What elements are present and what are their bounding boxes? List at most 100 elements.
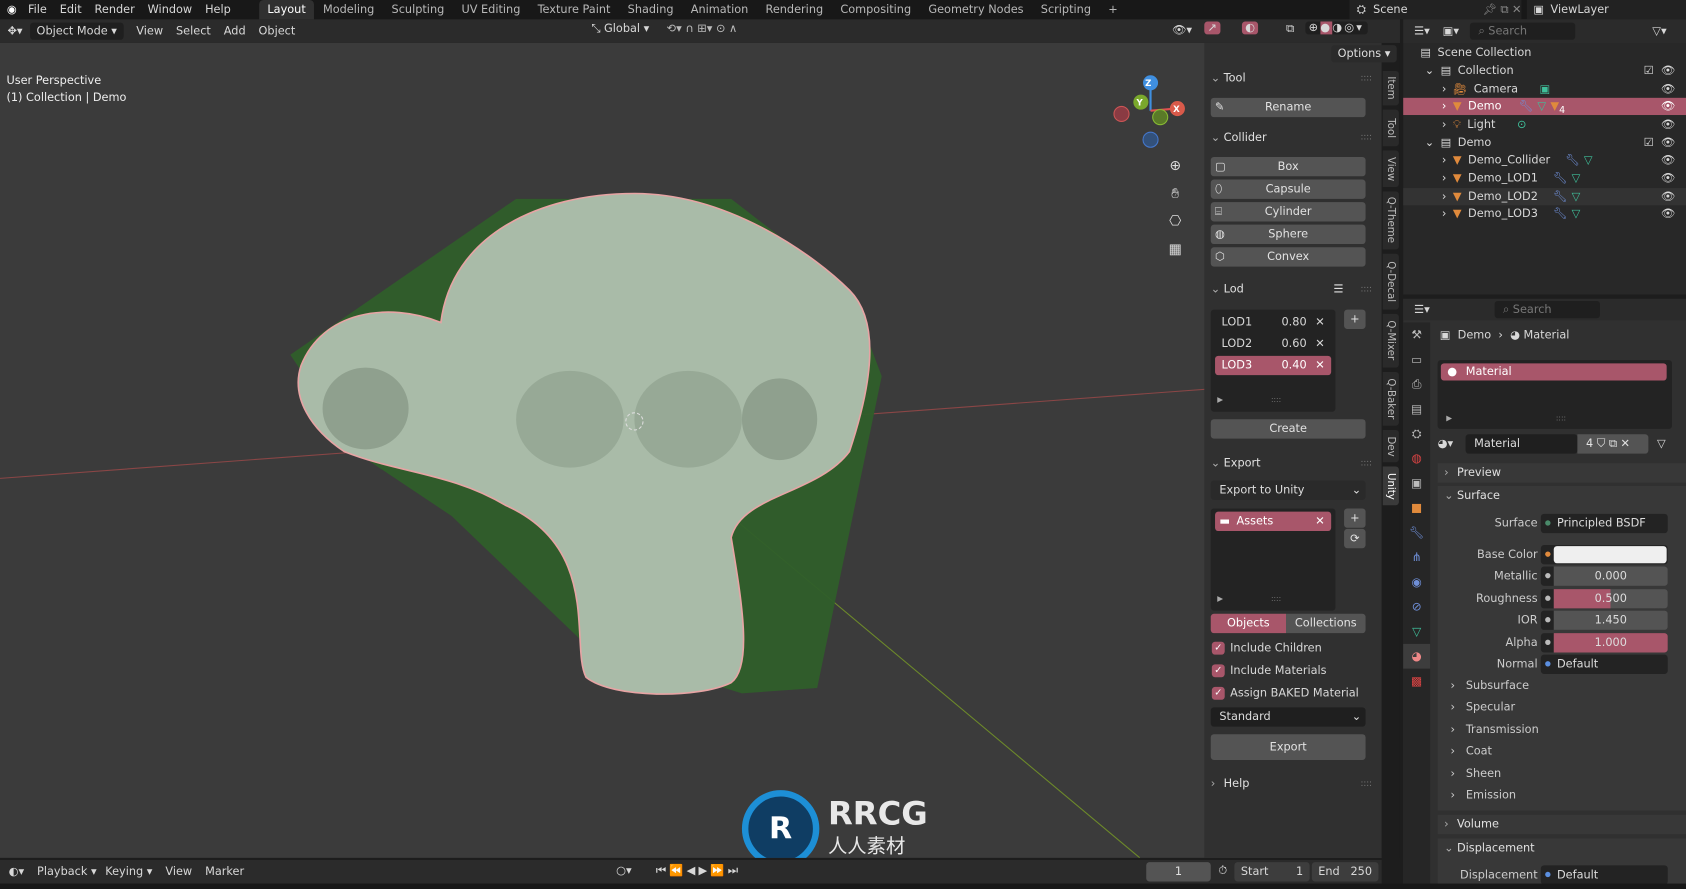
gizmo-y-label[interactable]: Y [1137, 98, 1143, 108]
assign-baked-material-checkbox[interactable]: ✓ Assign BAKED Material [1211, 686, 1359, 700]
outliner-row[interactable]: › 💡︎ Light ⊙ 👁︎ [1403, 116, 1686, 133]
add-workspace-button[interactable]: + [1100, 0, 1127, 19]
editor-type-icon[interactable]: ✥▾ [0, 25, 30, 38]
mode-dropdown[interactable]: Object Mode ▾ [30, 22, 124, 40]
mesh-data-icon[interactable]: ▽ [1572, 172, 1581, 185]
user-count[interactable]: 4 [1586, 438, 1593, 451]
resize-grip-icon[interactable]: :::: [1556, 414, 1566, 423]
outliner-row[interactable]: › ▼ Demo_LOD1 🔧︎ ▽ 👁︎ [1403, 170, 1686, 187]
menu-select[interactable]: Select [176, 25, 211, 38]
prev-keyframe-icon[interactable]: ⏪ [669, 864, 686, 877]
tool-tab-icon[interactable]: ⚒ [1403, 322, 1430, 347]
expand-icon[interactable]: › [1442, 190, 1447, 203]
editor-type-icon[interactable]: ◐▾ [9, 865, 25, 878]
subpanel-sheen[interactable]: › Sheen [1451, 768, 1502, 781]
outliner-search-input[interactable]: ⌕ Search [1469, 22, 1576, 40]
view-layer-name[interactable]: ViewLayer [1551, 3, 1609, 16]
eye-icon[interactable]: 👁︎ [1661, 81, 1675, 98]
menu-edit[interactable]: Edit [60, 3, 82, 16]
jump-start-icon[interactable]: ⏮ [656, 864, 669, 877]
unlink-icon[interactable]: ✕ [1621, 438, 1630, 451]
tab-shading[interactable]: Shading [619, 0, 682, 19]
tab-uv-editing[interactable]: UV Editing [453, 0, 529, 19]
play-reverse-icon[interactable]: ◀ [687, 864, 699, 877]
checkbox-icon[interactable]: ☑ [1644, 62, 1654, 79]
playback-menu[interactable]: Playback ▾ [37, 865, 97, 878]
resize-grip-icon[interactable]: :::: [1271, 396, 1281, 405]
menu-view[interactable]: View [136, 25, 163, 38]
tab-tool[interactable]: Tool [1382, 109, 1399, 147]
remove-icon[interactable]: ✕ [1315, 338, 1324, 351]
eye-icon[interactable]: 👁︎ [1661, 152, 1675, 169]
checkbox-icon[interactable]: ☑ [1644, 134, 1654, 151]
tab-layout[interactable]: Layout [258, 0, 315, 20]
expand-icon[interactable]: ▶ [1217, 396, 1223, 405]
outliner-row[interactable]: › ▼ Demo_LOD3 🔧︎ ▽ 👁︎ [1403, 205, 1686, 222]
remove-icon[interactable]: ✕ [1315, 515, 1324, 528]
outliner-row-selected[interactable]: › ▼ Demo 🔧︎ ▽ ▼4 👁︎ [1403, 97, 1686, 116]
mesh-data-icon[interactable]: ▽ [1657, 438, 1666, 451]
normal-field[interactable]: Default [1540, 654, 1668, 675]
collider-panel-header[interactable]: ⌄ Collider:::: [1211, 128, 1372, 147]
box-collider-button[interactable]: ▢ Box [1210, 156, 1366, 177]
properties-search-input[interactable]: ⌕ Search [1494, 300, 1600, 319]
preview-panel-header[interactable]: › Preview [1437, 463, 1686, 483]
scene-icon[interactable]: ⛭ [1349, 3, 1373, 17]
next-keyframe-icon[interactable]: ⏩ [710, 864, 727, 877]
surface-shader-field[interactable]: Principled BSDF [1540, 513, 1668, 534]
scene-name[interactable]: Scene [1373, 3, 1407, 16]
list-icon[interactable]: ☰ [1333, 279, 1343, 298]
tab-item[interactable]: Item [1382, 70, 1399, 106]
duplicate-icon[interactable]: ⧉ [1609, 438, 1617, 451]
material-preview-icon[interactable]: ◑ [1332, 21, 1344, 34]
menu-help[interactable]: Help [205, 3, 231, 16]
remove-icon[interactable]: ✕ [1315, 359, 1324, 372]
menu-add[interactable]: Add [224, 25, 246, 38]
mesh-data-icon[interactable]: ▽ [1572, 190, 1581, 203]
eye-icon[interactable]: 👁︎ [1661, 116, 1675, 133]
orientation-dropdown[interactable]: ⤡ Global ▾ [591, 23, 649, 37]
objects-tab[interactable]: Objects [1210, 613, 1287, 634]
tab-q-mixer[interactable]: Q-Mixer [1382, 313, 1399, 368]
subpanel-specular[interactable]: › Specular [1451, 701, 1516, 714]
refresh-icon[interactable]: ⟳ [1344, 528, 1366, 549]
color-swatch[interactable] [1553, 546, 1667, 564]
create-button[interactable]: Create [1210, 419, 1366, 439]
base-color-field[interactable] [1540, 545, 1668, 565]
play-icon[interactable]: ▶ [698, 864, 710, 877]
eye-icon[interactable]: 👁︎ [1661, 170, 1675, 187]
jump-end-icon[interactable]: ⏭ [728, 864, 741, 877]
resize-grip-icon[interactable]: :::: [1271, 594, 1281, 603]
lod-item[interactable]: LOD1 0.80 ✕ [1215, 313, 1331, 332]
view-menu[interactable]: View [165, 865, 192, 878]
gizmo-toggle-icon[interactable]: ↗ [1204, 21, 1221, 35]
expand-icon[interactable]: › [1442, 118, 1447, 131]
capsule-collider-button[interactable]: ⬯ Capsule [1210, 179, 1366, 199]
displacement-field[interactable]: Default [1540, 865, 1668, 885]
stopwatch-icon[interactable]: ⏱ [1218, 864, 1227, 878]
pan-hand-icon[interactable]: ✋︎ [1165, 181, 1187, 209]
current-frame-field[interactable]: 1 [1146, 862, 1211, 882]
export-button[interactable]: Export [1210, 734, 1366, 761]
shader-dropdown[interactable]: Standard ⌄ [1210, 707, 1366, 727]
tab-compositing[interactable]: Compositing [832, 0, 920, 19]
filter-icon[interactable]: ▽▾ [1652, 25, 1666, 38]
snap-icon[interactable]: ⟲▾ ∩ ⊞▾ ⊙ ∧ [667, 23, 738, 36]
expand-icon[interactable]: › [1442, 83, 1447, 96]
expand-icon[interactable]: › [1442, 172, 1447, 185]
tool-panel-header[interactable]: ⌄ Tool:::: [1211, 69, 1372, 88]
subpanel-subsurface[interactable]: › Subsurface [1451, 679, 1530, 692]
metallic-slider[interactable]: 0.000 [1540, 566, 1668, 586]
help-panel-header[interactable]: › Help:::: [1211, 774, 1372, 793]
tab-unity[interactable]: Unity [1382, 466, 1399, 506]
ior-field[interactable]: 1.450 [1540, 610, 1668, 630]
browse-material-icon[interactable]: ◕▾ [1438, 438, 1466, 451]
outliner-row-hovered[interactable]: › ▼ Demo_LOD2 🔧︎ ▽ 👁︎ [1403, 188, 1686, 206]
editor-type-icon[interactable]: ☰▾ [1414, 303, 1430, 316]
shading-modes[interactable]: ⊕●◑◎▾ [1305, 21, 1368, 35]
surface-panel-header[interactable]: ⌄ Surface [1438, 486, 1686, 505]
collapse-icon[interactable]: ⌄ [1425, 137, 1434, 150]
child-objects-icon[interactable]: ▼ [1550, 100, 1559, 113]
tab-modeling[interactable]: Modeling [314, 0, 383, 19]
pin-icon[interactable]: 📌︎ ⧉ ✕ [1482, 2, 1521, 17]
